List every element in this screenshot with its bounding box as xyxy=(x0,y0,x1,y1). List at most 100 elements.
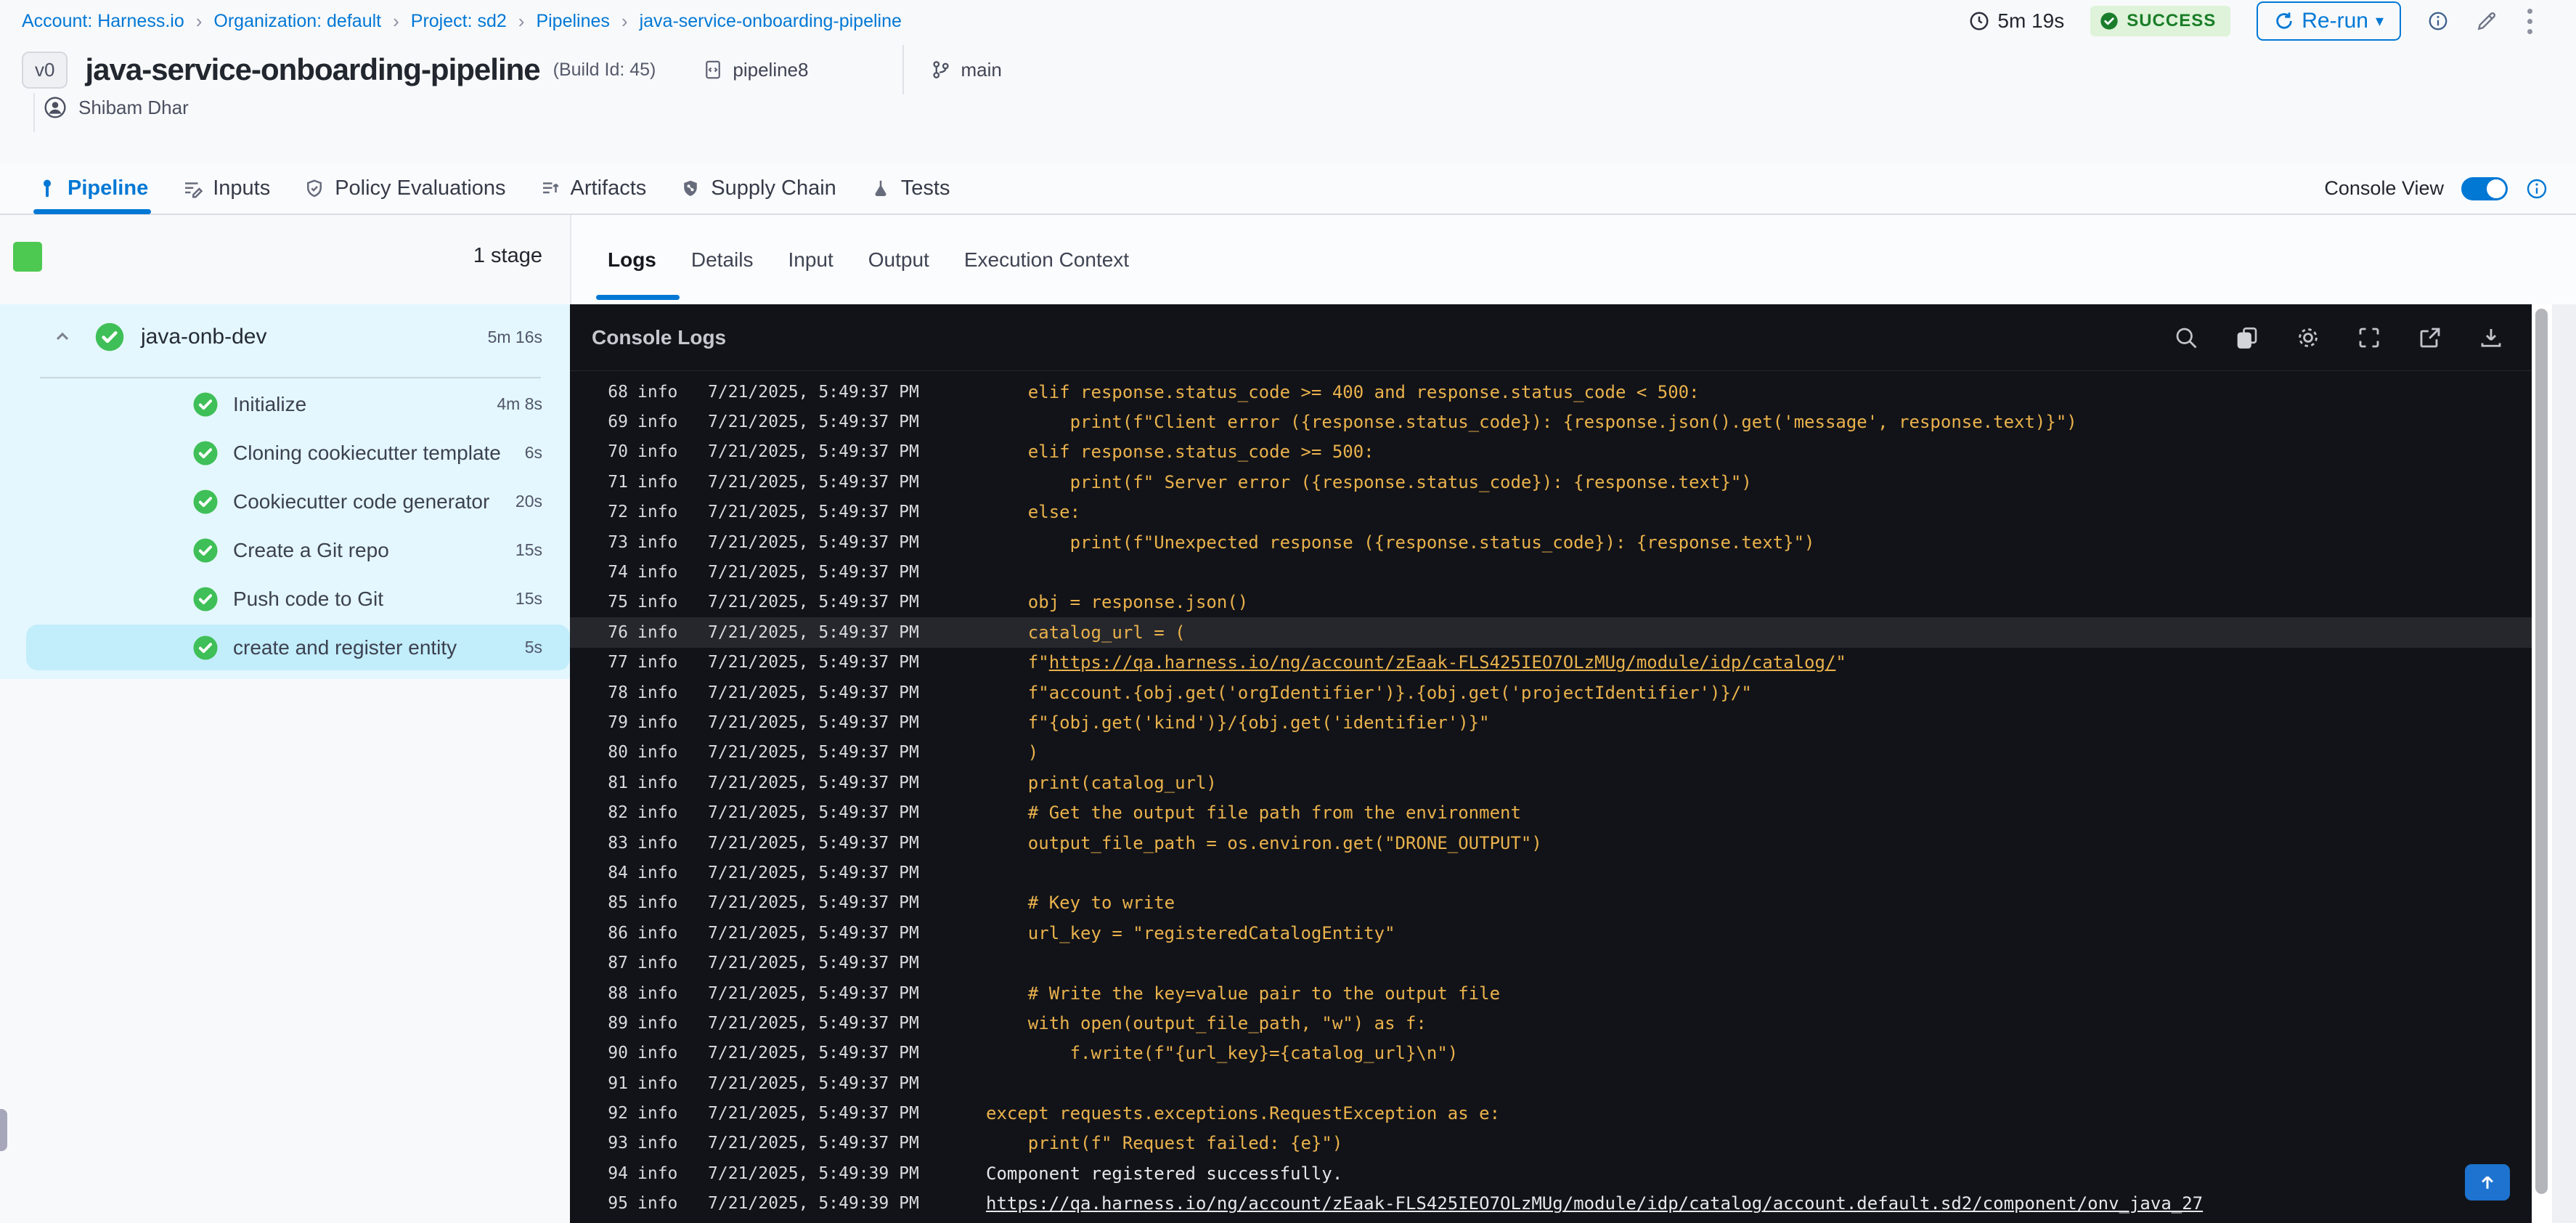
tab-policy-evaluations[interactable]: Policy Evaluations xyxy=(303,176,506,200)
log-timestamp: 7/21/2025, 5:49:37 PM xyxy=(708,622,919,642)
log-row: 91 info 7/21/2025, 5:49:37 PM xyxy=(570,1068,2532,1098)
log-timestamp: 7/21/2025, 5:49:37 PM xyxy=(708,382,919,402)
open-in-new-icon[interactable] xyxy=(2416,323,2445,352)
log-row: 73 info 7/21/2025, 5:49:37 PM print(f"Un… xyxy=(570,527,2532,557)
panel-resize-handle[interactable] xyxy=(0,1109,7,1151)
breadcrumb-separator: › xyxy=(518,9,525,32)
divider xyxy=(902,45,905,94)
settings-gear-icon[interactable] xyxy=(2294,323,2323,352)
log-level: info xyxy=(637,1013,678,1033)
tab-logs[interactable]: Logs xyxy=(608,248,656,272)
log-level: info xyxy=(637,382,678,402)
breadcrumb-separator: › xyxy=(393,9,399,32)
tab-artifacts[interactable]: Artifacts xyxy=(539,176,646,200)
log-level: info xyxy=(637,954,678,973)
log-level: info xyxy=(637,1073,678,1093)
step-row[interactable]: Push code to Git 15s xyxy=(0,574,570,623)
tab-supply-chain[interactable]: Supply Chain xyxy=(680,176,836,200)
edit-pencil-icon[interactable] xyxy=(2475,9,2498,33)
divider xyxy=(33,93,35,132)
log-line-number: 81 xyxy=(608,773,628,792)
log-level: info xyxy=(637,743,678,763)
log-level: info xyxy=(637,1163,678,1183)
log-level: info xyxy=(637,622,678,642)
log-row: 92 info 7/21/2025, 5:49:37 PM except req… xyxy=(570,1098,2532,1128)
console-scrollbar[interactable] xyxy=(2532,304,2552,1223)
scroll-to-top-button[interactable] xyxy=(2465,1164,2510,1200)
console-view-label: Console View xyxy=(2324,177,2444,199)
tab-pipeline[interactable]: Pipeline xyxy=(33,176,152,214)
pipeline-file-icon xyxy=(706,60,721,79)
step-row[interactable]: Cloning cookiecutter template 6s xyxy=(0,428,570,477)
log-timestamp: 7/21/2025, 5:49:37 PM xyxy=(708,923,919,943)
info-icon[interactable] xyxy=(2525,177,2548,200)
log-lines[interactable]: 68 info 7/21/2025, 5:49:37 PM elif respo… xyxy=(570,371,2532,1223)
step-row[interactable]: Create a Git repo 15s xyxy=(0,526,570,574)
log-line-number: 80 xyxy=(608,743,628,763)
scrollbar-thumb[interactable] xyxy=(2535,309,2548,1194)
step-duration: 20s xyxy=(515,492,542,511)
info-icon[interactable] xyxy=(2427,10,2449,32)
download-icon[interactable] xyxy=(2477,323,2506,352)
console-view-toggle[interactable] xyxy=(2461,176,2508,200)
chevron-up-icon[interactable] xyxy=(52,327,73,347)
log-text: catalog_url = ( xyxy=(986,622,1186,643)
author-name: Shibam Dhar xyxy=(78,96,189,118)
log-row: 72 info 7/21/2025, 5:49:37 PM else: xyxy=(570,497,2532,527)
log-timestamp: 7/21/2025, 5:49:37 PM xyxy=(708,863,919,882)
tab-inputs[interactable]: Inputs xyxy=(182,176,270,200)
stage-status-square xyxy=(13,242,42,272)
log-timestamp: 7/21/2025, 5:49:37 PM xyxy=(708,683,919,702)
log-timestamp: 7/21/2025, 5:49:37 PM xyxy=(708,773,919,792)
log-text: # Key to write xyxy=(986,893,1175,914)
step-duration: 4m 8s xyxy=(497,394,542,413)
pipeline-ref[interactable]: pipeline8 xyxy=(702,59,808,81)
log-text: print(catalog_url) xyxy=(986,772,1217,793)
breadcrumb-pipelines[interactable]: Pipelines xyxy=(536,11,609,32)
step-row[interactable]: Initialize 4m 8s xyxy=(0,380,570,428)
log-row: 81 info 7/21/2025, 5:49:37 PM print(cata… xyxy=(570,768,2532,797)
log-row: 82 info 7/21/2025, 5:49:37 PM # Get the … xyxy=(570,797,2532,827)
copy-icon[interactable] xyxy=(2233,323,2262,352)
tab-input[interactable]: Input xyxy=(788,248,833,272)
log-text: Component registered successfully. xyxy=(986,1163,1343,1184)
tab-output[interactable]: Output xyxy=(868,248,929,272)
rerun-button[interactable]: Re-run ▾ xyxy=(2257,1,2401,41)
step-label: Create a Git repo xyxy=(233,538,389,561)
log-timestamp: 7/21/2025, 5:49:37 PM xyxy=(708,1013,919,1033)
log-level: info xyxy=(637,472,678,492)
breadcrumb-organization[interactable]: Organization: default xyxy=(213,11,381,32)
tab-tests[interactable]: Tests xyxy=(870,176,950,200)
breadcrumb-separator: › xyxy=(195,9,203,32)
log-text: elif response.status_code >= 400 and res… xyxy=(986,381,1700,402)
branch-name: main xyxy=(961,58,1002,81)
log-level: info xyxy=(637,442,678,462)
stage-row[interactable]: java-onb-dev 5m 16s xyxy=(0,316,570,358)
step-row[interactable]: Cookiecutter code generator 20s xyxy=(0,477,570,526)
arrow-up-icon xyxy=(2482,1176,2493,1189)
log-row: 71 info 7/21/2025, 5:49:37 PM print(f" S… xyxy=(570,467,2532,497)
tab-execution-context[interactable]: Execution Context xyxy=(964,248,1129,272)
step-row[interactable]: create and register entity 5s xyxy=(0,623,570,672)
tab-details[interactable]: Details xyxy=(691,248,754,272)
branch-ref[interactable]: main xyxy=(930,58,1002,81)
breadcrumb-project[interactable]: Project: sd2 xyxy=(411,11,507,32)
pipeline-icon xyxy=(44,179,51,197)
breadcrumb-account[interactable]: Account: Harness.io xyxy=(22,11,184,32)
more-menu-icon[interactable] xyxy=(2524,6,2535,37)
log-timestamp: 7/21/2025, 5:49:37 PM xyxy=(708,893,919,913)
log-timestamp: 7/21/2025, 5:49:39 PM xyxy=(708,1194,919,1214)
log-text: ) xyxy=(986,742,1039,763)
log-level: info xyxy=(637,773,678,792)
log-level: info xyxy=(637,1134,678,1153)
log-timestamp: 7/21/2025, 5:49:39 PM xyxy=(708,1163,919,1183)
step-list: Initialize 4m 8s Cloning cookiecutter te… xyxy=(0,380,570,672)
console-header: Console Logs xyxy=(570,304,2532,371)
search-icon[interactable] xyxy=(2172,323,2201,352)
stage-count-label: 1 stage xyxy=(473,244,542,267)
breadcrumb-current-pipeline[interactable]: java-service-onboarding-pipeline xyxy=(640,11,902,32)
fullscreen-icon[interactable] xyxy=(2355,323,2384,352)
log-level: info xyxy=(637,683,678,702)
console-title: Console Logs xyxy=(592,325,727,349)
log-text: f.write(f"{url_key}={catalog_url}\n") xyxy=(986,1043,1459,1064)
